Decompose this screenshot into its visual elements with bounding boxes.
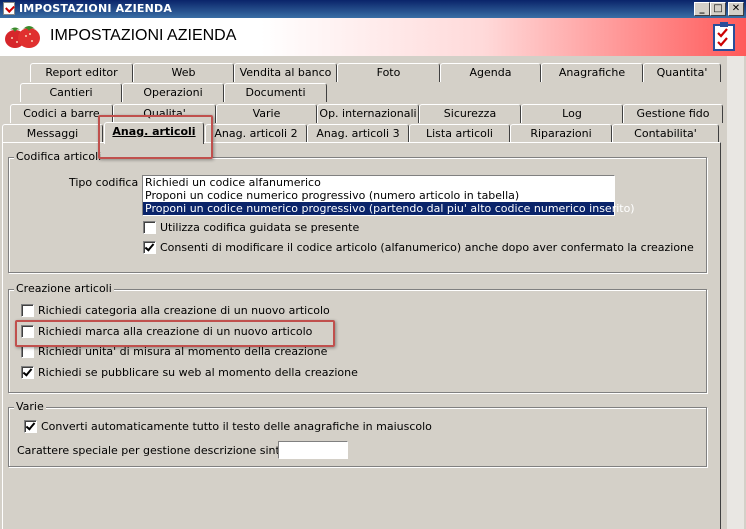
strawberry-logo-icon [5,26,40,48]
window-title: IMPOSTAZIONI AZIENDA [19,2,173,15]
converti-maiuscolo-label: Converti automaticamente tutto il testo … [41,420,432,433]
codifica-option-piu-alto[interactable]: Proponi un codice numerico progressivo (… [143,202,635,215]
tab-documenti[interactable]: Documenti [224,83,327,102]
richiedi-pubblicare-web-label: Richiedi se pubblicare su web al momento… [38,366,358,379]
tab-log[interactable]: Log [521,104,623,123]
tab-report-editor[interactable]: Report editor [30,63,133,82]
tab-riparazioni[interactable]: Riparazioni [510,124,612,143]
title-bar: IMPOSTAZIONI AZIENDA _ □ ✕ [0,0,746,18]
tab-vendita-al-banco[interactable]: Vendita al banco [234,63,337,82]
richiedi-categoria-checkbox[interactable] [21,304,34,317]
highlight-tab-anag-articoli [98,115,213,159]
tipo-codifica-label: Tipo codifica : [69,176,146,189]
minimize-button[interactable]: _ [694,2,710,16]
tab-operazioni[interactable]: Operazioni [122,83,224,102]
tab-messaggi[interactable]: Messaggi [2,124,103,143]
highlight-richiedi-marca [15,320,335,347]
codifica-option-numero-tabella[interactable]: Proponi un codice numerico progressivo (… [143,189,614,202]
carattere-speciale-input[interactable] [278,441,348,459]
codifica-guidata-label: Utilizza codifica guidata se presente [160,221,360,234]
codifica-articoli-legend: Codifica articoli [14,150,104,163]
richiedi-categoria-label: Richiedi categoria alla creazione di un … [38,304,330,317]
tab-contabilita[interactable]: Contabilita' [612,124,719,143]
codifica-option-alfanumerico[interactable]: Richiedi un codice alfanumerico [143,176,614,189]
tab-varie[interactable]: Varie [216,104,317,123]
tab-sicurezza[interactable]: Sicurezza [419,104,521,123]
clipboard-checklist-icon [713,22,735,51]
codifica-guidata-checkbox[interactable] [143,221,156,234]
header-banner: IMPOSTAZIONI AZIENDA [0,18,746,56]
tab-anag-articoli-3[interactable]: Anag. articoli 3 [307,124,409,143]
close-button[interactable]: ✕ [728,2,744,16]
tab-anagrafiche[interactable]: Anagrafiche [541,63,643,82]
varie-legend: Varie [14,400,46,413]
creazione-articoli-legend: Creazione articoli [14,282,114,295]
tab-foto[interactable]: Foto [337,63,440,82]
richiedi-pubblicare-web-checkbox[interactable] [21,366,34,379]
tab-cantieri[interactable]: Cantieri [20,83,122,102]
varie-group: Varie [8,401,707,467]
tab-quantita[interactable]: Quantita' [643,63,721,82]
converti-maiuscolo-checkbox[interactable] [24,420,37,433]
tipo-codifica-listbox[interactable]: Richiedi un codice alfanumerico Proponi … [142,175,635,216]
consenti-modifica-label: Consenti di modificare il codice articol… [160,241,694,254]
consenti-modifica-checkbox[interactable] [143,241,156,254]
tab-gestione-fido[interactable]: Gestione fido [623,104,723,123]
tab-op-internazionali[interactable]: Op. internazionali [317,104,419,123]
tab-lista-articoli[interactable]: Lista articoli [409,124,510,143]
tab-anag-articoli-2[interactable]: Anag. articoli 2 [205,124,307,143]
tab-agenda[interactable]: Agenda [440,63,541,82]
header-title: IMPOSTAZIONI AZIENDA [50,27,237,44]
carattere-speciale-label: Carattere speciale per gestione descrizi… [17,444,314,457]
tab-web[interactable]: Web [133,63,234,82]
maximize-button[interactable]: □ [710,2,726,16]
app-checklist-icon [3,2,15,15]
vertical-scrollbar[interactable] [727,56,744,529]
